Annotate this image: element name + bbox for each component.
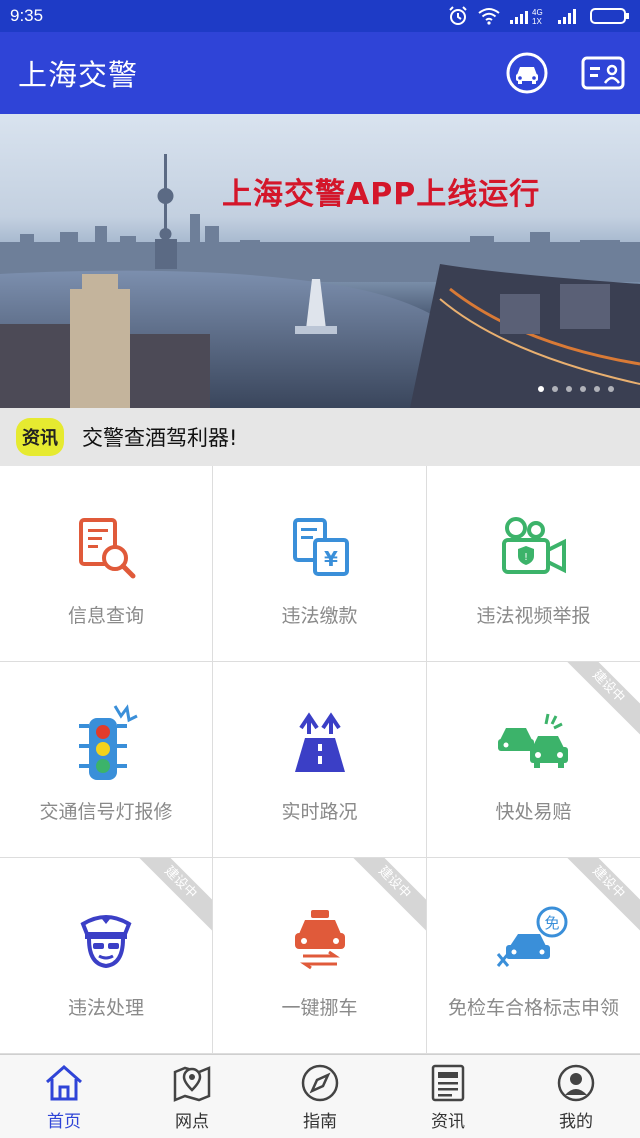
grid-item-label: 实时路况	[281, 801, 358, 823]
grid-item-label: 一键挪车	[281, 997, 358, 1019]
grid-item-exempt-inspection[interactable]: 建设中 免 免检车合格标志申领	[427, 858, 640, 1054]
news-ticker[interactable]: 资讯 交警查酒驾利器!	[0, 408, 640, 466]
grid-item-video-report[interactable]: ! 违法视频举报	[427, 466, 640, 662]
grid-item-label: 信息查询	[67, 605, 144, 627]
app-bar: 上海交警	[0, 32, 640, 114]
id-card-icon	[581, 56, 625, 90]
tab-news[interactable]: 资讯	[384, 1055, 512, 1138]
wifi-icon	[478, 8, 500, 25]
carousel-dot	[608, 386, 614, 392]
tab-guide[interactable]: 指南	[256, 1055, 384, 1138]
grid-item-violation-handling[interactable]: 建设中 违法处理	[0, 858, 213, 1054]
move-car-icon	[280, 899, 360, 979]
tab-profile[interactable]: 我的	[512, 1055, 640, 1138]
grid-item-info-query[interactable]: 信息查询	[0, 466, 213, 662]
tab-label: 资讯	[431, 1112, 465, 1132]
payment-doc-icon: ¥	[280, 507, 360, 587]
svg-text:¥: ¥	[324, 547, 338, 571]
police-icon	[66, 899, 146, 979]
grid-item-live-traffic[interactable]: 实时路况	[213, 662, 427, 858]
road-icon	[280, 703, 360, 783]
grid-item-label: 违法视频举报	[476, 605, 591, 627]
carousel-dot	[594, 386, 600, 392]
signal-icon	[558, 9, 576, 24]
tab-outlets[interactable]: 网点	[128, 1055, 256, 1138]
alarm-icon	[449, 6, 467, 25]
svg-text:!: !	[523, 552, 527, 563]
svg-text:免: 免	[544, 914, 559, 932]
grid-item-traffic-light-repair[interactable]: 交通信号灯报修	[0, 662, 213, 858]
svg-text:1X: 1X	[532, 17, 542, 26]
status-time: 9:35	[10, 6, 44, 25]
carousel-dot	[580, 386, 586, 392]
grid-item-quick-claim[interactable]: 建设中 快处易赔	[427, 662, 640, 858]
service-grid: 信息查询 ¥ 违法缴款 ! 违法视频举报 交通信号灯报修 实时路况 建设中 快处…	[0, 466, 640, 1054]
svg-text:4G: 4G	[532, 8, 543, 17]
tab-home[interactable]: 首页	[0, 1055, 128, 1138]
grid-item-label: 交通信号灯报修	[39, 801, 173, 823]
user-icon	[554, 1061, 598, 1105]
banner-carousel[interactable]: 上海交警APP上线运行	[0, 114, 640, 408]
news-icon	[426, 1061, 470, 1105]
document-search-icon	[66, 507, 146, 587]
grid-item-label: 免检车合格标志申领	[447, 997, 619, 1019]
app-title: 上海交警	[18, 58, 139, 92]
tab-label: 指南	[303, 1112, 337, 1132]
news-headline[interactable]: 交警查酒驾利器!	[82, 422, 237, 452]
grid-item-label: 违法处理	[67, 997, 144, 1019]
carousel-dot	[552, 386, 558, 392]
tab-label: 网点	[175, 1112, 209, 1132]
city-skyline-image	[0, 154, 640, 408]
video-camera-icon: !	[494, 507, 574, 587]
status-bar: 9:35 4G 1X	[0, 0, 640, 32]
carousel-indicator	[538, 386, 614, 392]
grid-item-move-car[interactable]: 建设中 一键挪车	[213, 858, 427, 1054]
carousel-dot	[566, 386, 572, 392]
status-icons: 4G 1X	[448, 6, 630, 26]
grid-item-fine-payment[interactable]: ¥ 违法缴款	[213, 466, 427, 662]
bottom-tab-bar: 首页 网点 指南 资讯 我的	[0, 1054, 640, 1138]
home-icon	[42, 1061, 86, 1105]
license-button[interactable]	[580, 50, 626, 96]
exempt-car-icon: 免	[494, 899, 574, 979]
signal-4g-icon: 4G1X	[510, 8, 543, 26]
compass-icon	[298, 1061, 342, 1105]
banner-headline: 上海交警APP上线运行	[222, 177, 541, 212]
grid-item-label: 违法缴款	[281, 605, 358, 627]
tab-label: 我的	[559, 1112, 593, 1132]
map-pin-icon	[170, 1061, 214, 1105]
vehicle-button[interactable]	[504, 50, 550, 96]
battery-icon	[590, 8, 629, 24]
app-actions	[504, 50, 626, 96]
carousel-dot	[538, 386, 544, 392]
tab-label: 首页	[47, 1112, 81, 1132]
grid-item-label: 快处易赔	[495, 801, 572, 823]
car-accident-icon	[494, 703, 574, 783]
news-badge: 资讯	[16, 418, 64, 456]
traffic-light-icon	[66, 703, 146, 783]
car-icon	[506, 52, 548, 94]
